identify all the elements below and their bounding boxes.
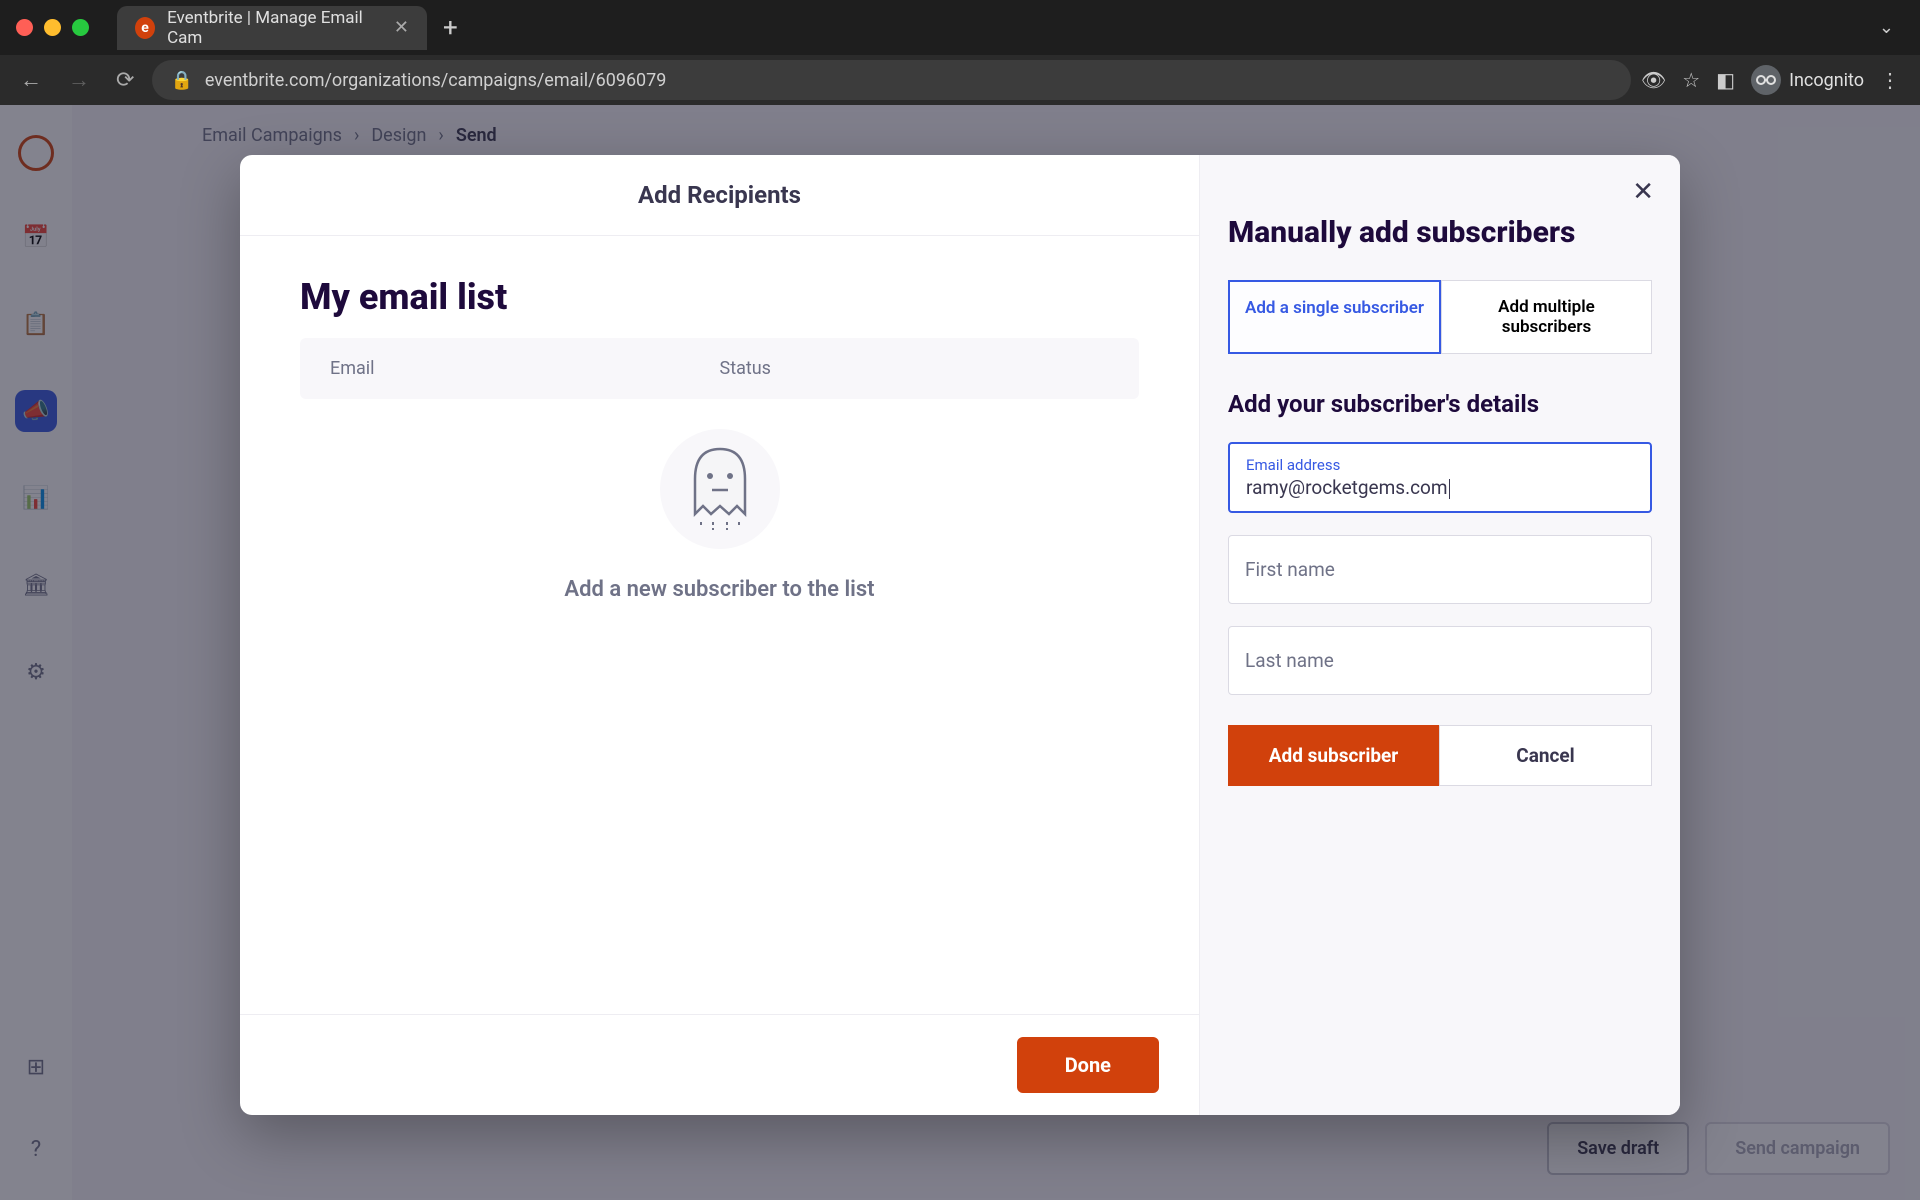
browser-tab[interactable]: e Eventbrite | Manage Email Cam ✕ — [117, 6, 427, 50]
modal-right-panel: ✕ Manually add subscribers Add a single … — [1200, 155, 1680, 1115]
modal-footer: Done — [240, 1014, 1199, 1115]
last-name-placeholder: Last name — [1245, 649, 1334, 672]
toolbar-right: 👁 ☆ ◧ Incognito ⋮ — [1641, 65, 1908, 95]
close-tab-icon[interactable]: ✕ — [394, 17, 409, 38]
list-title: My email list — [300, 276, 1139, 318]
star-icon[interactable]: ☆ — [1682, 68, 1700, 92]
reload-button[interactable]: ⟳ — [108, 62, 142, 99]
table-header: Email Status — [300, 338, 1139, 399]
tab-bar: e Eventbrite | Manage Email Cam ✕ + ⌄ — [0, 0, 1920, 55]
url-input[interactable]: 🔒 eventbrite.com/organizations/campaigns… — [152, 60, 1630, 100]
first-name-placeholder: First name — [1245, 558, 1335, 581]
back-button[interactable]: ← — [12, 61, 50, 99]
subscriber-tabs: Add a single subscriber Add multiple sub… — [1228, 280, 1652, 354]
th-status: Status — [720, 358, 1110, 379]
add-recipients-modal: Add Recipients My email list Email Statu… — [240, 155, 1680, 1115]
add-subscriber-button[interactable]: Add subscriber — [1228, 725, 1439, 786]
new-tab-button[interactable]: + — [443, 13, 458, 43]
url-text: eventbrite.com/organizations/campaigns/e… — [205, 70, 667, 91]
empty-state-text: Add a new subscriber to the list — [564, 577, 874, 602]
tab-title: Eventbrite | Manage Email Cam — [167, 8, 382, 48]
email-label: Email address — [1246, 456, 1634, 474]
th-email: Email — [330, 358, 720, 379]
done-button[interactable]: Done — [1017, 1037, 1159, 1093]
panel-action-buttons: Add subscriber Cancel — [1228, 725, 1652, 786]
modal-left-panel: Add Recipients My email list Email Statu… — [240, 155, 1200, 1115]
modal-header: Add Recipients — [240, 155, 1199, 236]
tab-single-subscriber[interactable]: Add a single subscriber — [1228, 280, 1441, 354]
lock-icon: 🔒 — [170, 70, 192, 91]
close-icon[interactable]: ✕ — [1632, 177, 1654, 207]
page-wrapper: 📅 📋 📣 📊 🏛 ⚙ ⊞ ? Email Campaigns › Design… — [0, 105, 1920, 1200]
empty-state: Add a new subscriber to the list — [300, 429, 1139, 602]
text-cursor — [1449, 479, 1450, 499]
ghost-icon — [660, 429, 780, 549]
modal-body: My email list Email Status — [240, 236, 1199, 1014]
window-controls — [16, 19, 89, 36]
incognito-label: Incognito — [1789, 70, 1864, 91]
email-field-wrapper[interactable]: Email address ramy@rocketgems.com — [1228, 442, 1652, 513]
tab-multiple-subscribers[interactable]: Add multiple subscribers — [1441, 280, 1652, 354]
incognito-badge[interactable]: Incognito — [1751, 65, 1864, 95]
menu-icon[interactable]: ⋮ — [1880, 68, 1900, 92]
panel-title: Manually add subscribers — [1228, 215, 1652, 250]
close-window-button[interactable] — [16, 19, 33, 36]
first-name-field[interactable]: First name — [1228, 535, 1652, 604]
chevron-down-icon[interactable]: ⌄ — [1879, 17, 1894, 38]
incognito-icon — [1751, 65, 1781, 95]
extensions-icon[interactable]: ◧ — [1716, 68, 1735, 92]
email-input[interactable]: ramy@rocketgems.com — [1246, 476, 1450, 499]
section-title: Add your subscriber's details — [1228, 390, 1652, 418]
eye-off-icon[interactable]: 👁 — [1641, 68, 1666, 92]
browser-chrome: e Eventbrite | Manage Email Cam ✕ + ⌄ ← … — [0, 0, 1920, 105]
cancel-button[interactable]: Cancel — [1439, 725, 1652, 786]
maximize-window-button[interactable] — [72, 19, 89, 36]
last-name-field[interactable]: Last name — [1228, 626, 1652, 695]
minimize-window-button[interactable] — [44, 19, 61, 36]
forward-button[interactable]: → — [60, 61, 98, 99]
address-bar: ← → ⟳ 🔒 eventbrite.com/organizations/cam… — [0, 55, 1920, 105]
eventbrite-favicon: e — [135, 17, 155, 39]
